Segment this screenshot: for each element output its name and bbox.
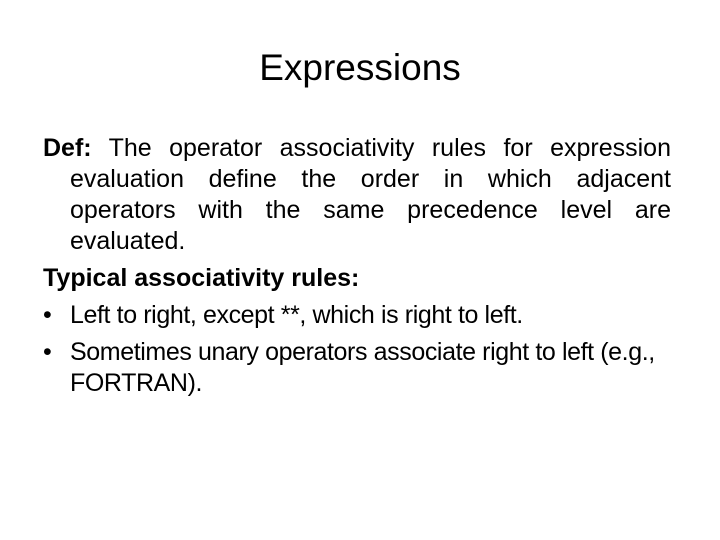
associativity-heading: Typical associativity rules: bbox=[43, 264, 360, 292]
bullet-item: • Sometimes unary operators associate ri… bbox=[43, 337, 671, 399]
slide: Expressions Def: The operator associativ… bbox=[0, 0, 720, 540]
definition-paragraph: Def: The operator associativity rules fo… bbox=[43, 133, 671, 257]
slide-title: Expressions bbox=[259, 47, 461, 88]
bullet-item: • Left to right, except **, which is rig… bbox=[43, 300, 671, 331]
bullet-icon: • bbox=[43, 338, 52, 366]
bullet-list: • Left to right, except **, which is rig… bbox=[43, 300, 671, 399]
bullet-text: Left to right, except **, which is right… bbox=[70, 301, 523, 329]
definition-text: The operator associativity rules for exp… bbox=[70, 134, 671, 255]
definition-label: Def: bbox=[43, 134, 92, 162]
slide-body: Def: The operator associativity rules fo… bbox=[43, 133, 671, 405]
bullet-text: Sometimes unary operators associate righ… bbox=[70, 338, 655, 397]
bullet-icon: • bbox=[43, 301, 52, 329]
